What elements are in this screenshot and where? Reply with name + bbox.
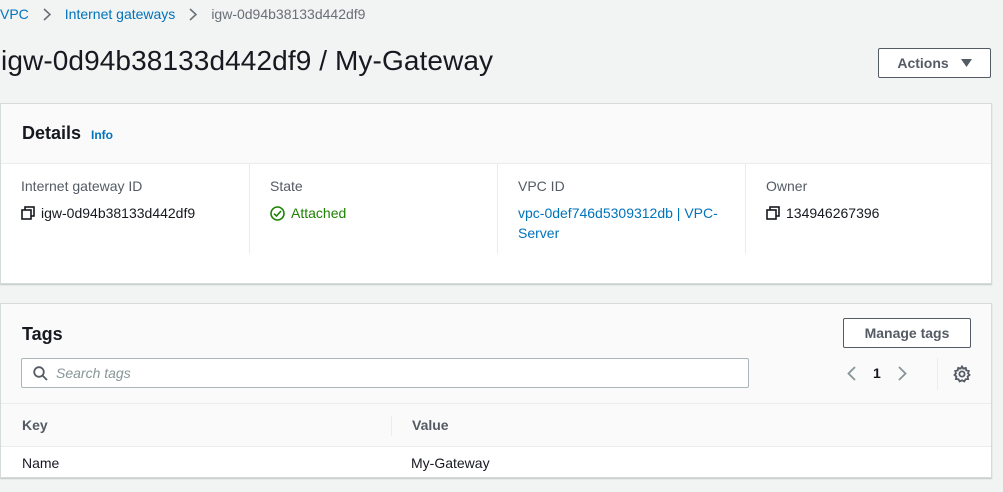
copy-icon[interactable] — [766, 206, 780, 220]
field-value: Attached — [270, 203, 497, 223]
field-value: vpc-0def746d5309312db | VPC- Server — [518, 203, 745, 243]
tag-value-cell: My-Gateway — [411, 455, 490, 471]
field-value: 134946267396 — [766, 203, 991, 223]
details-panel: Details Info Internet gateway ID igw-0d9… — [0, 103, 992, 284]
vpc-id-line-2: Server — [518, 225, 560, 241]
gear-icon[interactable] — [953, 365, 971, 383]
chevron-left-icon[interactable] — [847, 365, 856, 381]
actions-label: Actions — [897, 55, 949, 71]
chevron-right-icon[interactable] — [898, 365, 907, 381]
column-header-key[interactable]: Key — [22, 417, 48, 433]
search-icon — [33, 365, 48, 381]
table-header: Key Value — [1, 404, 991, 447]
field-label: VPC ID — [518, 178, 565, 194]
field-label: Internet gateway ID — [21, 178, 143, 194]
search-box — [21, 358, 749, 388]
page-number[interactable]: 1 — [873, 365, 881, 381]
details-title: Details — [22, 123, 82, 143]
pagination: 1 — [847, 363, 907, 383]
field-owner: Owner 134946267396 — [745, 164, 991, 254]
chevron-right-icon — [189, 7, 198, 21]
field-label: State — [270, 178, 303, 194]
vpc-id-link[interactable]: vpc-0def746d5309312db | VPC- Server — [518, 203, 745, 243]
breadcrumb-current: igw-0d94b38133d442df9 — [211, 6, 366, 22]
search-tags-input[interactable] — [56, 365, 656, 381]
success-check-icon — [270, 206, 285, 221]
column-header-value[interactable]: Value — [412, 417, 449, 433]
state-value: Attached — [291, 205, 347, 221]
divider — [391, 416, 392, 436]
breadcrumb-internet-gateways[interactable]: Internet gateways — [65, 6, 176, 22]
table-row: Name My-Gateway — [1, 447, 991, 478]
breadcrumb-vpc[interactable]: VPC — [0, 6, 29, 22]
owner-value: 134946267396 — [786, 205, 880, 221]
caret-down-icon — [960, 59, 972, 67]
field-value: igw-0d94b38133d442df9 — [21, 203, 249, 223]
field-internet-gateway-id: Internet gateway ID igw-0d94b38133d442df… — [1, 164, 249, 254]
field-vpc-id: VPC ID vpc-0def746d5309312db | VPC- Serv… — [497, 164, 745, 254]
divider — [937, 358, 938, 390]
tags-title: Tags — [22, 324, 63, 344]
copy-icon[interactable] — [21, 206, 35, 220]
chevron-right-icon — [43, 7, 51, 21]
manage-tags-label: Manage tags — [864, 325, 950, 341]
details-header: Details Info — [1, 104, 991, 164]
actions-button[interactable]: Actions — [878, 48, 991, 78]
page-title: igw-0d94b38133d442df9 / My-Gateway — [1, 45, 494, 76]
internet-gateway-id-value: igw-0d94b38133d442df9 — [41, 205, 196, 221]
vpc-id-line-1: vpc-0def746d5309312db | VPC- — [518, 205, 718, 221]
info-link[interactable]: Info — [91, 128, 113, 142]
tag-key-cell: Name — [22, 455, 60, 471]
manage-tags-button[interactable]: Manage tags — [843, 318, 971, 348]
breadcrumb: VPC Internet gateways igw-0d94b38133d442… — [0, 4, 365, 24]
field-label: Owner — [766, 178, 808, 194]
field-state: State Attached — [249, 164, 497, 254]
